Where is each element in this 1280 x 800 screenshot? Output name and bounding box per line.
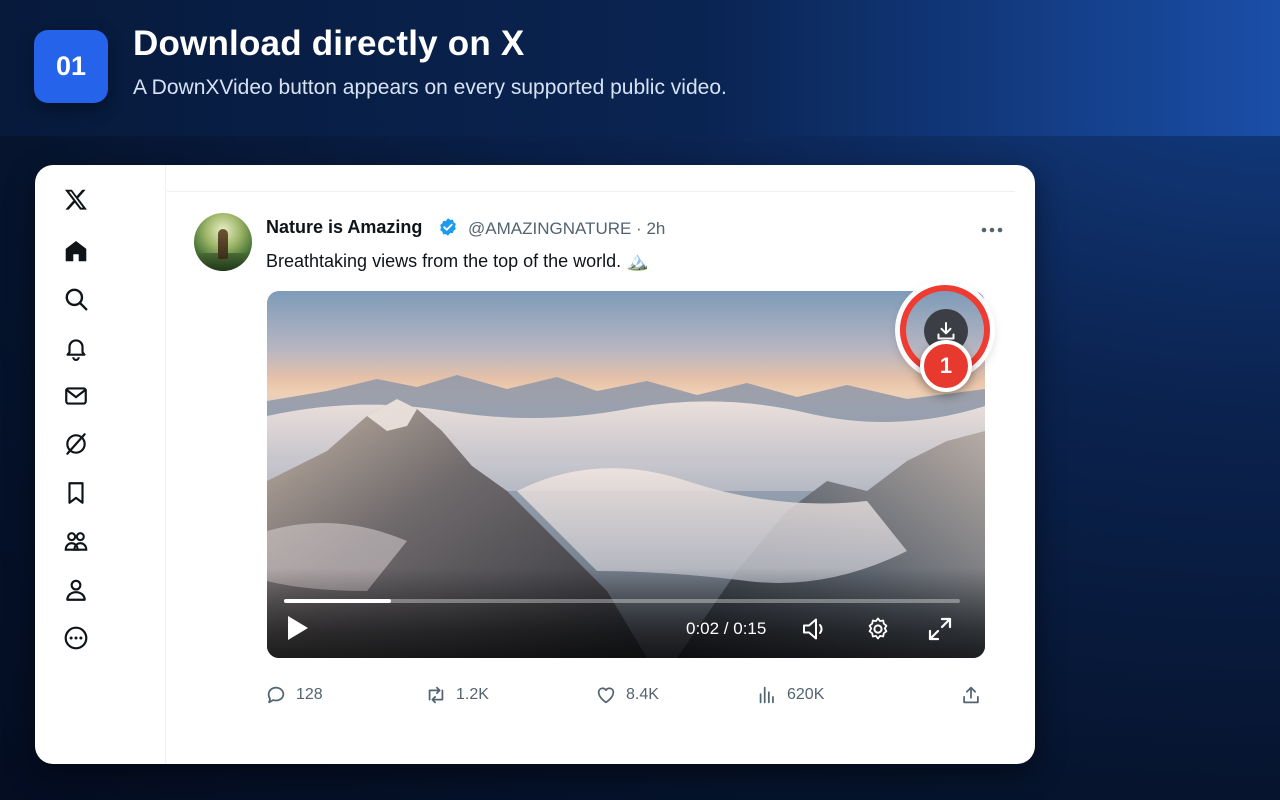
verified-badge-icon [440,218,456,236]
tweet-text: Breathtaking views from the top of the w… [266,251,649,271]
reply-count: 128 [296,686,323,703]
x-logo-icon[interactable] [63,187,89,213]
avatar[interactable] [194,213,252,271]
volume-icon[interactable] [800,615,828,643]
more-options-icon[interactable] [980,220,1004,240]
video-time: 0:02 / 0:15 [686,619,767,638]
step-banner: 01 Download directly on X A DownXVideo b… [0,0,1280,136]
like-button[interactable]: 8.4K [595,682,659,708]
reply-button[interactable]: 128 [265,682,323,708]
search-icon[interactable] [63,286,89,312]
controls-overlay [267,568,985,658]
play-icon[interactable] [285,614,311,642]
banner-subtitle: A DownXVideo button appears on every sup… [133,76,727,99]
bookmark-icon[interactable] [63,480,89,506]
video-progress-fill [284,599,391,603]
repost-button[interactable]: 1.2K [425,682,489,708]
views-button[interactable]: 620K [756,682,824,708]
settings-gear-icon[interactable] [864,615,892,643]
x-sidebar [35,165,166,764]
step-number-badge: 01 [34,30,108,103]
grok-icon[interactable] [63,431,89,457]
handle-and-time: @AMAZINGNATURE · 2h [468,219,666,238]
fullscreen-icon[interactable] [926,615,954,643]
x-mockup-card: Nature is Amazing @AMAZINGNATURE · 2h Br… [35,165,1035,764]
video-progress-bar[interactable] [284,599,960,603]
video-player[interactable]: 0:02 / 0:15 [267,291,985,658]
views-chart-icon [759,686,774,704]
view-count: 620K [787,686,825,703]
bell-icon[interactable] [63,335,89,361]
timeline-divider [167,191,1015,192]
step-marker-badge: 1 [920,340,972,392]
share-button[interactable] [960,682,982,708]
repost-icon [428,686,444,704]
more-circle-icon[interactable] [63,625,89,651]
repost-count: 1.2K [456,686,489,703]
home-icon[interactable] [63,238,89,264]
like-count: 8.4K [626,686,659,703]
profile-icon[interactable] [63,577,89,603]
banner-title: Download directly on X [133,24,525,63]
author-name[interactable]: Nature is Amazing [266,217,422,238]
communities-icon[interactable] [63,528,89,554]
heart-icon [597,687,615,704]
share-icon [963,686,979,704]
mail-icon[interactable] [63,383,89,409]
reply-icon [267,686,285,704]
